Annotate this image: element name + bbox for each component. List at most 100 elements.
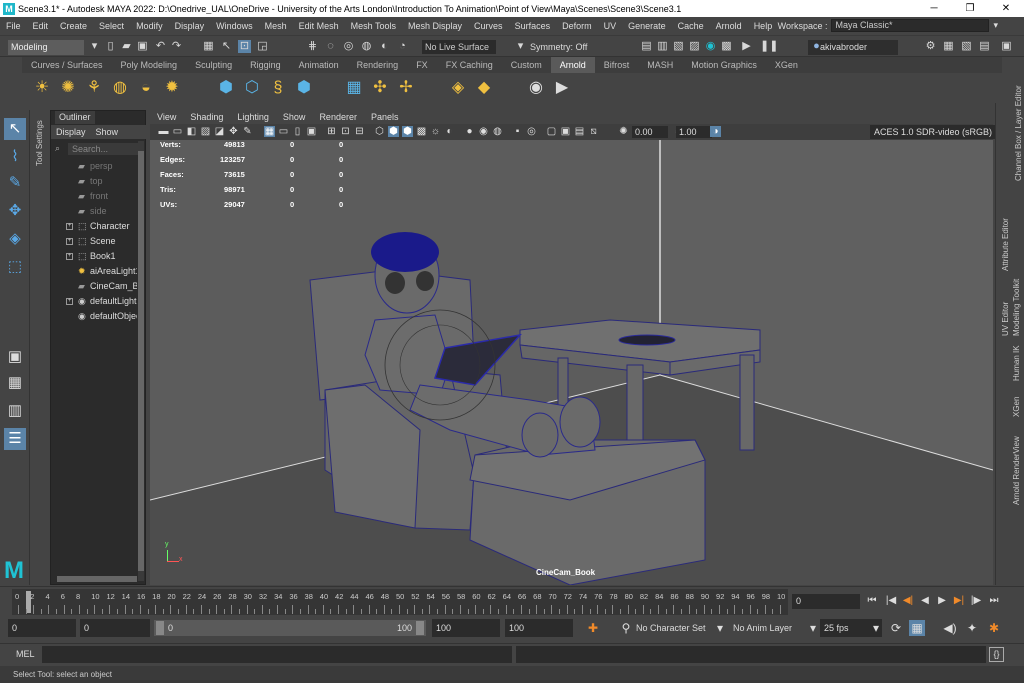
expand-icon[interactable]: + (66, 223, 73, 230)
maximize-button[interactable]: ❐ (952, 3, 988, 14)
volume-icon[interactable]: ⬡ (242, 78, 262, 98)
lasso-tool-icon[interactable]: ⌇ (4, 146, 26, 168)
anim-layer-dropdown[interactable]: No Anim Layer (729, 620, 809, 636)
light-portal-icon[interactable]: ✹ (162, 78, 182, 98)
menu-modify[interactable]: Modify (130, 21, 169, 31)
move-tool-icon[interactable]: ✥ (4, 200, 26, 222)
chevron-down-icon[interactable]: ▾ (868, 620, 884, 636)
isolate-select-icon[interactable]: ◎ (526, 126, 537, 137)
current-frame-field[interactable]: 0 (792, 594, 860, 609)
shadows-icon[interactable]: ◐ (444, 126, 455, 137)
chevron-down-icon[interactable]: ▾ (805, 620, 821, 636)
anti-aliasing-icon[interactable]: ◍ (492, 126, 503, 137)
single-perspective-layout-icon[interactable]: ▣ (4, 346, 26, 368)
viewport-menu-show[interactable]: Show (276, 110, 313, 124)
render-setup-icon[interactable]: ▩ (720, 40, 733, 53)
camera-attributes-icon[interactable]: ▭ (172, 126, 183, 137)
outliner-search-input[interactable]: Search... (68, 143, 144, 155)
ipr-view-icon[interactable]: ◉ (526, 78, 546, 98)
outliner-menu-display[interactable]: Display (51, 125, 91, 139)
area-light-icon[interactable]: ☀ (32, 78, 52, 98)
export-standin-icon[interactable]: ◈ (448, 78, 468, 98)
view-transform-dropdown[interactable]: ACES 1.0 SDR-video (sRGB) ▾ (870, 125, 1006, 139)
xray-joints-icon[interactable]: ▤ (574, 126, 585, 137)
ipr-render-icon[interactable]: ▧ (672, 40, 685, 53)
menu-surfaces[interactable]: Surfaces (509, 21, 557, 31)
mel-command-input[interactable] (42, 646, 512, 663)
step-back-key-icon[interactable]: |◀ (885, 593, 897, 609)
tab-rigging[interactable]: Rigging (241, 57, 290, 73)
range-end-handle[interactable] (416, 621, 424, 635)
curve-collector-icon[interactable]: § (268, 78, 288, 98)
expand-icon[interactable]: + (66, 298, 73, 305)
bookmarks-icon[interactable]: ◧ (186, 126, 197, 137)
tab-human-ik[interactable]: Human IK (1012, 345, 1021, 381)
snap-to-curve-icon[interactable]: ◌ (324, 40, 337, 53)
undo-icon[interactable]: ↶ (154, 40, 167, 53)
paint-select-tool-icon[interactable]: ✎ (4, 172, 26, 194)
grid-icon[interactable]: ▦ (264, 126, 275, 137)
redo-icon[interactable]: ↷ (170, 40, 183, 53)
outliner-item[interactable]: + ⬚ Scene (51, 234, 137, 249)
save-scene-icon[interactable]: ▣ (136, 40, 149, 53)
film-gate-icon[interactable]: ▭ (278, 126, 289, 137)
minimize-button[interactable]: ─ (916, 3, 952, 14)
exposure-field[interactable]: 0.00 (632, 126, 668, 138)
menu-uv[interactable]: UV (598, 21, 623, 31)
motion-blur-icon[interactable]: ◉ (478, 126, 489, 137)
play-forwards-icon[interactable]: ▶ (936, 593, 948, 609)
animation-end-field[interactable]: 100 (505, 619, 573, 637)
outliner-item[interactable]: + ⬚ Character (51, 219, 137, 234)
viewport-menu-panels[interactable]: Panels (364, 110, 406, 124)
photometric-light-icon[interactable]: ⚘ (84, 78, 104, 98)
expand-icon[interactable]: + (66, 253, 73, 260)
step-back-frame-icon[interactable]: ◀| (902, 593, 914, 609)
tab-xgen[interactable]: XGen (766, 57, 807, 73)
menu-file[interactable]: File (0, 21, 27, 31)
tab-fx[interactable]: FX (407, 57, 437, 73)
physical-sky-icon[interactable]: ◒ (136, 78, 156, 98)
tab-animation[interactable]: Animation (290, 57, 348, 73)
viewport-menu-view[interactable]: View (150, 110, 183, 124)
render-current-frame-icon[interactable]: ▤ (640, 40, 653, 53)
color-management-icon[interactable]: ◑ (710, 126, 721, 137)
go-to-start-icon[interactable]: ⏮ (866, 593, 878, 609)
animation-preferences-icon[interactable]: ✱ (986, 620, 1002, 636)
modeling-toolkit-toggle-icon[interactable]: ⚙ (924, 40, 937, 53)
chevron-down-icon[interactable]: ▾ (88, 40, 101, 53)
scale-tool-icon[interactable]: ⬚ (4, 256, 26, 278)
tab-attribute-editor[interactable]: Attribute Editor (1001, 218, 1010, 271)
hypershade-icon[interactable]: ◉ (704, 40, 717, 53)
step-forward-frame-icon[interactable]: ▶| (953, 593, 965, 609)
rotate-tool-icon[interactable]: ◈ (4, 228, 26, 250)
perspective-viewport[interactable]: Verts: 49813 0 0 Edges: 123257 0 0 Faces: 73615… (150, 140, 993, 585)
outliner-scrollbar[interactable] (138, 141, 144, 581)
character-set-dropdown[interactable]: No Character Set (632, 620, 712, 636)
lock-camera-icon[interactable]: ◪ (214, 126, 225, 137)
outliner-item[interactable]: ▰ persp (51, 159, 137, 174)
playback-start-field[interactable]: 0 (80, 619, 150, 637)
outliner-item[interactable]: ▰ side (51, 204, 137, 219)
auto-keyframe-icon[interactable]: ✚ (585, 620, 601, 636)
make-live-icon[interactable]: ◐ (378, 40, 391, 53)
range-start-handle[interactable] (156, 621, 164, 635)
screen-space-ao-icon[interactable]: ● (464, 126, 475, 137)
loop-icon[interactable]: ⟳ (888, 620, 904, 636)
smooth-shade-icon[interactable]: ⬢ (388, 126, 399, 137)
snap-to-view-plane-icon[interactable]: ◍ (360, 40, 373, 53)
outliner-item[interactable]: ▰ top (51, 174, 137, 189)
safe-action-icon[interactable]: ⊡ (340, 126, 351, 137)
outliner-item[interactable]: ▰ front (51, 189, 137, 204)
open-scene-icon[interactable]: ▰ (120, 40, 133, 53)
xray-active-icon[interactable]: ▣ (560, 126, 571, 137)
animation-start-field[interactable]: 0 (8, 619, 76, 637)
outliner-item[interactable]: + ◉ defaultLightS (51, 294, 137, 309)
tool-settings-toggle-icon[interactable]: ▧ (960, 40, 973, 53)
wireframe-icon[interactable]: ⬡ (374, 126, 385, 137)
four-view-layout-icon[interactable]: ▦ (4, 372, 26, 394)
chevron-down-icon[interactable]: ▾ (993, 20, 998, 31)
tab-rendering[interactable]: Rendering (348, 57, 408, 73)
flush-caches-icon[interactable]: ⬢ (294, 78, 314, 98)
cache-playback-icon[interactable]: ▦ (909, 620, 925, 636)
menu-windows[interactable]: Windows (210, 21, 259, 31)
